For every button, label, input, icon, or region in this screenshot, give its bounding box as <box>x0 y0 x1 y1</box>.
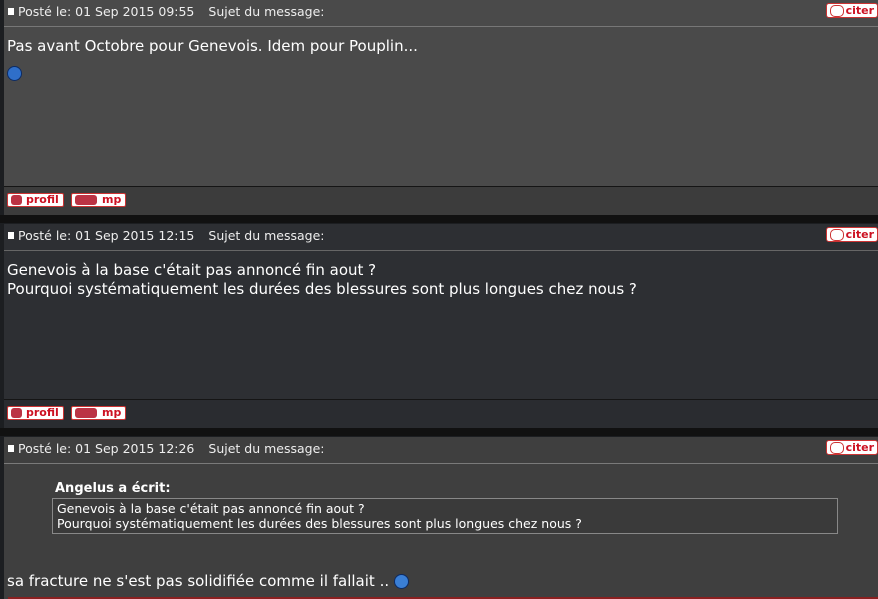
post-header: Posté le: 01 Sep 2015 09:55 Sujet du mess… <box>4 0 878 27</box>
pm-icon <box>75 408 97 418</box>
posted-date: Posté le: 01 Sep 2015 12:26 <box>18 441 195 456</box>
pm-icon <box>75 195 97 205</box>
post-1: Posté le: 01 Sep 2015 09:55 Sujet du mess… <box>4 0 878 186</box>
post-header: Posté le: 01 Sep 2015 12:26 Sujet du mess… <box>4 437 878 464</box>
profile-icon <box>11 408 22 418</box>
posted-date: Posté le: 01 Sep 2015 09:55 <box>18 4 195 19</box>
pm-button[interactable]: mp <box>71 406 127 420</box>
post-icon <box>8 445 14 452</box>
profile-button[interactable]: profil <box>7 406 64 420</box>
divider <box>0 428 878 436</box>
quote-bubble-icon <box>830 442 844 454</box>
post-text-line: Pourquoi systématiquement les durées des… <box>7 280 637 298</box>
worried-smiley-icon <box>393 574 409 589</box>
quote-button[interactable]: citer <box>826 440 878 455</box>
post-body: sa fracture ne s'est pas solidifiée comm… <box>7 572 409 591</box>
post-3: Posté le: 01 Sep 2015 12:26 Sujet du mess… <box>4 437 878 599</box>
post-header: Posté le: 01 Sep 2015 12:15 Sujet du mess… <box>4 224 878 251</box>
pm-button[interactable]: mp <box>71 193 127 207</box>
post-2-actions: profil mp <box>4 399 878 429</box>
subject-label: Sujet du message: <box>208 4 325 19</box>
sad-smiley-icon <box>7 66 22 81</box>
divider <box>0 215 878 223</box>
posted-date: Posté le: 01 Sep 2015 12:15 <box>18 228 195 243</box>
profile-icon <box>11 195 22 205</box>
quote-line: Pourquoi systématiquement les durées des… <box>57 516 582 531</box>
post-1-actions: profil mp <box>4 186 878 216</box>
quote-bubble-icon <box>830 5 844 17</box>
quote-button[interactable]: citer <box>826 227 878 242</box>
profile-button[interactable]: profil <box>7 193 64 207</box>
post-text-line: Genevois à la base c'était pas annoncé f… <box>7 261 377 279</box>
post-body: Genevois à la base c'était pas annoncé f… <box>7 261 637 299</box>
post-body: Pas avant Octobre pour Genevois. Idem po… <box>7 37 418 83</box>
quote-line: Genevois à la base c'était pas annoncé f… <box>57 501 365 516</box>
quote-bubble-icon <box>830 229 844 241</box>
post-text: sa fracture ne s'est pas solidifiée comm… <box>7 572 390 590</box>
subject-label: Sujet du message: <box>208 228 325 243</box>
quote-button[interactable]: citer <box>826 3 878 18</box>
post-text: Pas avant Octobre pour Genevois. Idem po… <box>7 37 418 55</box>
post-2: Posté le: 01 Sep 2015 12:15 Sujet du mess… <box>4 224 878 399</box>
quote-box: Genevois à la base c'était pas annoncé f… <box>52 498 838 534</box>
subject-label: Sujet du message: <box>208 441 325 456</box>
post-icon <box>8 232 14 239</box>
quote-author: Angelus a écrit: <box>55 481 171 496</box>
post-icon <box>8 8 14 15</box>
